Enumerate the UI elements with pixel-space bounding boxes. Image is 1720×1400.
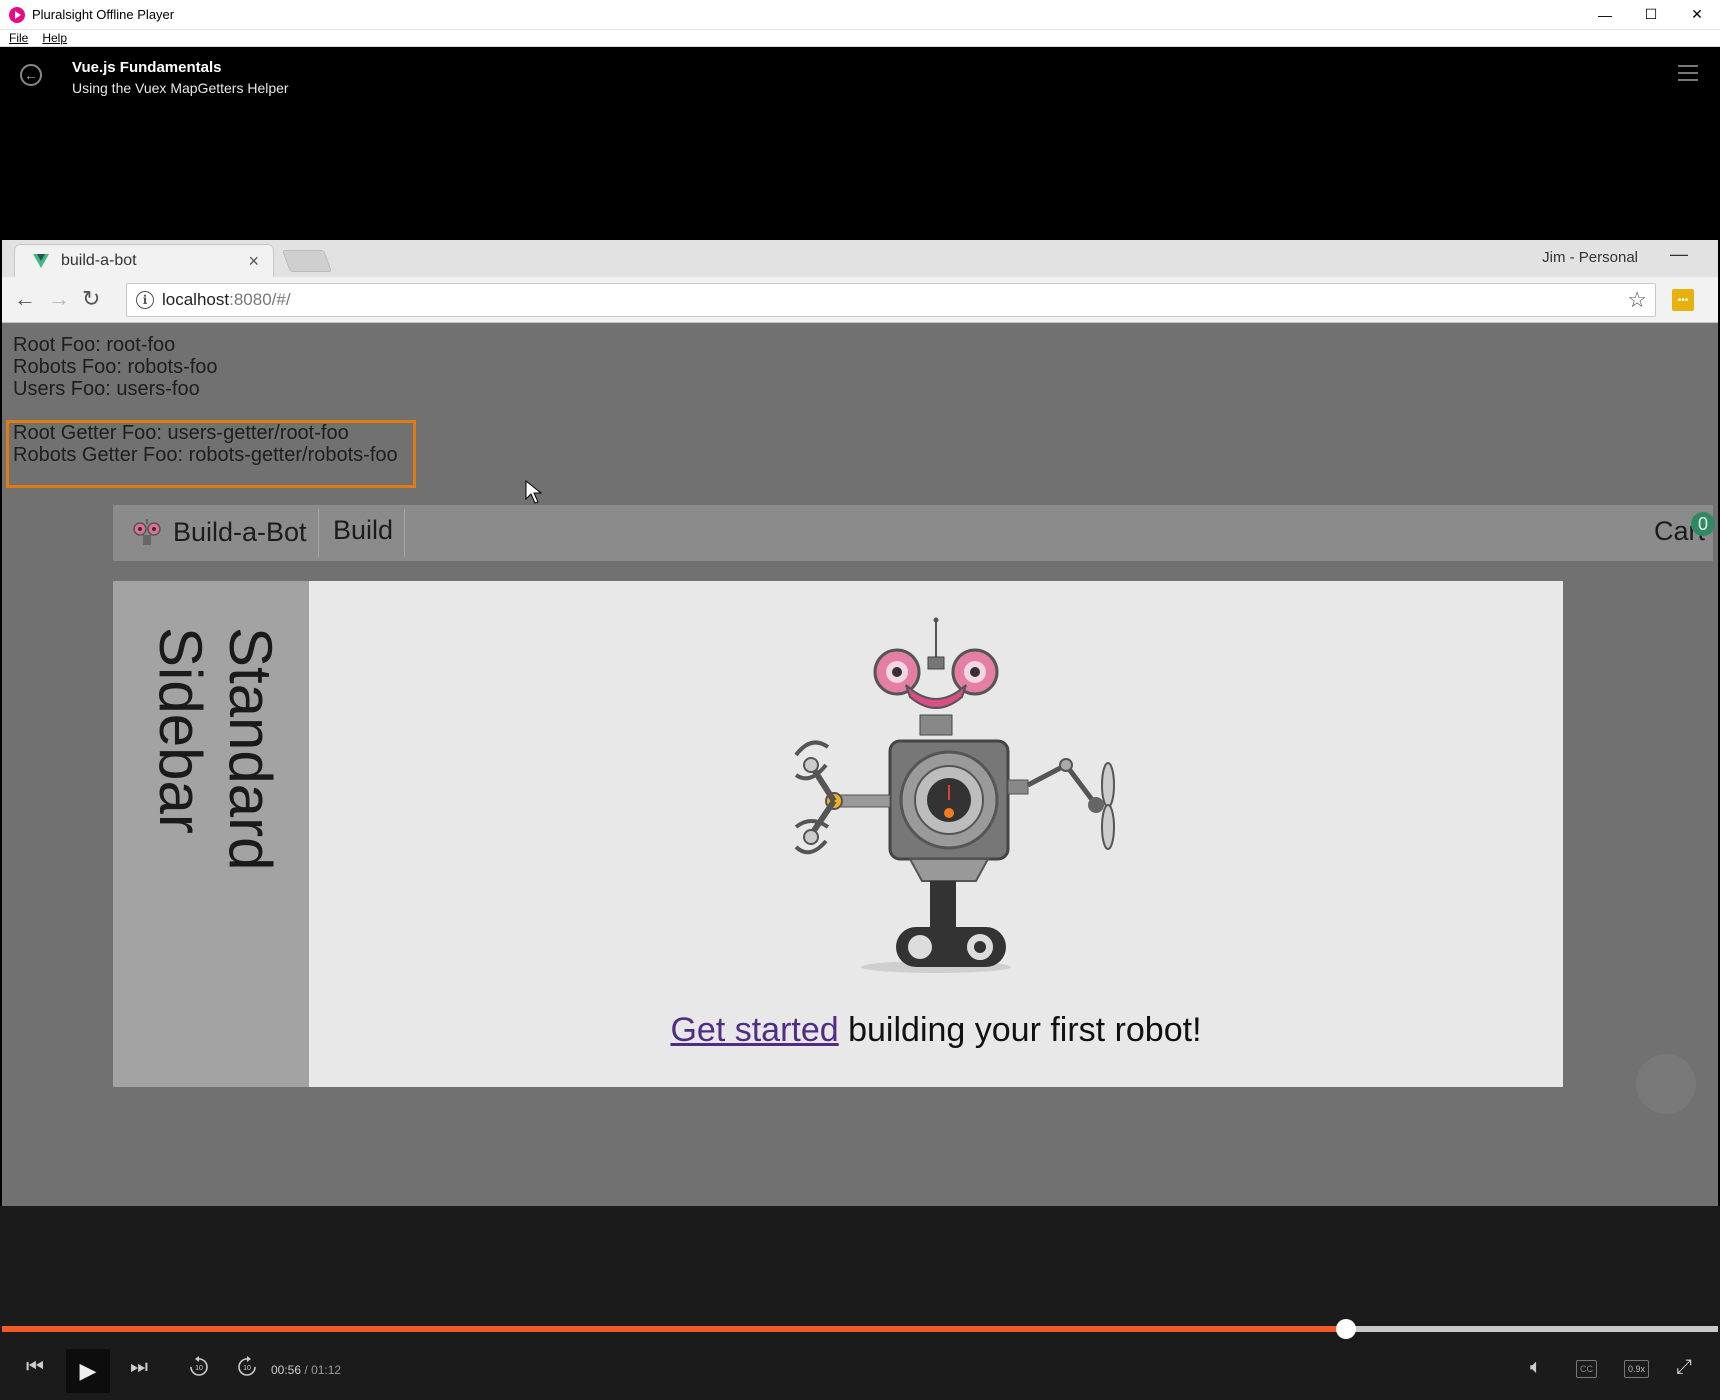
cart-count-badge: 0 [1691,512,1715,536]
url-host: localhost [162,290,230,309]
nav-divider [404,509,405,557]
get-started-tagline: Get started building your first robot! [309,1011,1563,1050]
window-title: Pluralsight Offline Player [32,7,175,22]
rewind-10-label: 10 [195,1365,203,1372]
play-button[interactable]: ▶ [66,1349,110,1393]
browser-forward-icon[interactable]: → [48,286,70,312]
mouse-cursor-icon [525,479,543,504]
playback-speed-button[interactable]: 0.9x [1624,1360,1650,1378]
nav-cart-link[interactable]: Cart 0 [1654,512,1715,547]
url-path: :8080/#/ [229,290,291,309]
info-icon[interactable]: i [136,291,154,309]
brand-link[interactable]: Build-a-Bot [173,517,307,548]
menu-bar: File Help [0,30,1720,47]
tab-close-icon[interactable]: × [248,251,259,272]
tagline-text: building your first robot! [838,1011,1202,1049]
standard-sidebar: Standard Sidebar [113,581,309,1087]
nav-build-link[interactable]: Build [333,515,393,546]
closed-captions-button[interactable]: CC [1576,1360,1597,1378]
maximize-button[interactable]: ☐ [1628,0,1674,30]
browser-toolbar: ← → ↻ i localhost:8080/#/ ☆ ••• [2,277,1718,323]
close-button[interactable]: ✕ [1674,0,1720,30]
browser-tab[interactable]: build-a-bot × [14,244,274,277]
web-page: Root Foo: root-foo Robots Foo: robots-fo… [2,324,1718,1206]
robot-logo-icon [133,519,161,545]
minimize-button[interactable]: — [1582,0,1628,30]
clip-title: Using the Vuex MapGetters Helper [72,80,289,96]
progress-bar[interactable] [2,1319,1718,1339]
root-foo-text: Root Foo: root-foo [13,334,176,356]
address-bar[interactable]: i localhost:8080/#/ ☆ [126,283,1656,317]
browser-profile[interactable]: Jim - Personal [1542,249,1638,266]
forward-10-icon[interactable]: 10 [236,1356,258,1378]
fullscreen-icon[interactable]: ⤢ [1676,1356,1692,1379]
progress-knob[interactable] [1335,1319,1356,1339]
window-titlebar: Pluralsight Offline Player — ☐ ✕ [0,0,1720,30]
root-getter-foo-text: Root Getter Foo: users-getter/root-foo [13,422,349,444]
new-tab-button[interactable] [281,250,333,272]
time-separator: / [304,1363,308,1377]
progress-fill [2,1326,1346,1332]
play-overlay-icon[interactable] [1636,1054,1696,1114]
player-controls: ⏮ ▶ ⏭ 10 10 00:56 / 01:12 🔈︎ CC 0.9x ⤢ [0,1206,1720,1400]
volume-icon[interactable]: 🔈︎ [1530,1356,1542,1379]
nav-divider [318,509,319,557]
robots-foo-text: Robots Foo: robots-foo [13,356,218,378]
pluralsight-logo-icon [9,6,25,23]
browser-minimize-icon[interactable]: — [1670,244,1688,265]
total-time: 01:12 [311,1363,342,1377]
playback-time: 00:56 / 01:12 [271,1363,341,1377]
extension-icon[interactable]: ••• [1672,289,1694,311]
app-navbar: Build-a-Bot Build Cart 0 [113,505,1715,561]
sidebar-text: Standard Sidebar [147,627,284,871]
video-frame[interactable]: build-a-bot × Jim - Personal — ← → ↻ i l… [2,240,1718,1206]
reload-icon[interactable]: ↻ [82,286,100,312]
home-main-panel: Get started building your first robot! [309,581,1563,1087]
next-clip-icon[interactable]: ⏭ [130,1356,148,1379]
bookmark-star-icon[interactable]: ☆ [1627,287,1647,313]
previous-clip-icon[interactable]: ⏮ [26,1356,44,1379]
course-title: Vue.js Fundamentals [72,59,222,76]
browser-back-icon[interactable]: ← [14,286,36,312]
robot-illustration [794,617,1115,973]
menu-help[interactable]: Help [42,31,67,45]
get-started-link[interactable]: Get started [670,1011,838,1049]
users-foo-text: Users Foo: users-foo [13,378,200,400]
hamburger-menu-icon[interactable] [1678,65,1698,81]
vue-logo-icon [33,254,49,268]
current-time: 00:56 [271,1363,302,1377]
robots-getter-foo-text: Robots Getter Foo: robots-getter/robots-… [13,444,398,466]
player-header: ← Vue.js Fundamentals Using the Vuex Map… [0,47,1720,240]
browser-tab-strip: build-a-bot × Jim - Personal — [2,240,1718,277]
window-controls: — ☐ ✕ [1582,0,1720,30]
rewind-10-icon[interactable]: 10 [188,1356,210,1378]
browser-tab-title: build-a-bot [61,252,137,269]
back-arrow-icon[interactable]: ← [20,64,42,86]
menu-file[interactable]: File [9,31,28,45]
forward-10-label: 10 [243,1365,251,1372]
